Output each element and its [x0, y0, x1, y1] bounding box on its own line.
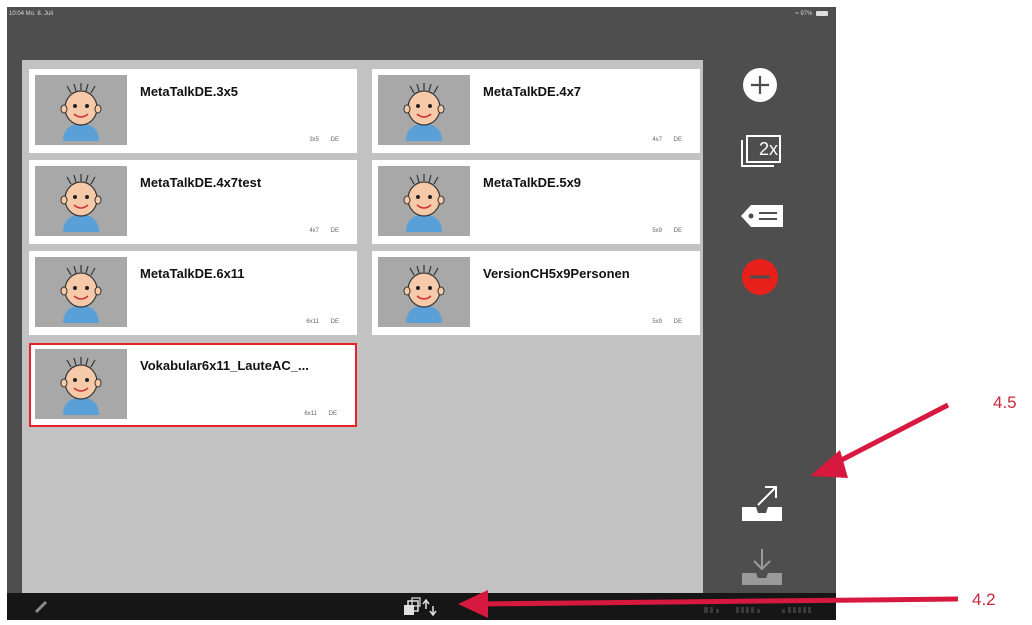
vocabulary-thumbnail — [378, 257, 470, 327]
vocabulary-language: DE — [673, 319, 682, 325]
vocabulary-thumbnail — [378, 75, 470, 145]
vocabulary-language: DE — [673, 228, 682, 234]
export-icon — [742, 486, 782, 521]
status-bar: 10:04 Mo. 8. Juli ≈ 97% — [7, 7, 836, 21]
annotation-label-4-2: 4.2 — [972, 590, 996, 609]
vocabulary-card[interactable]: VersionCH5x9Personen 5x9 DE — [372, 251, 700, 335]
edit-pencil-button[interactable] — [33, 599, 49, 615]
vocabulary-switch-button[interactable] — [402, 597, 442, 617]
vocabulary-grid-size: 6x11 — [306, 319, 319, 325]
annotation-label-4-5: 4.5 — [993, 393, 1017, 412]
vocabulary-card[interactable]: Vokabular6x11_LauteAC_... 6x11 DE — [29, 343, 357, 427]
avatar-face-icon — [60, 174, 102, 232]
vocabulary-language: DE — [330, 228, 339, 234]
vocabulary-title: MetaTalkDE.5x9 — [483, 175, 582, 190]
vocabulary-title: Vokabular6x11_LauteAC_... — [140, 358, 309, 373]
vocabulary-title: MetaTalkDE.3x5 — [140, 84, 239, 99]
duplicate-label: 2x — [759, 139, 779, 159]
vocabulary-language: DE — [330, 319, 339, 325]
vocabulary-grid: MetaTalkDE.3x5 3x5 DE MetaTalkDE.4x7 4x7 DE Me… — [22, 60, 703, 598]
keyboard-layout-icons[interactable] — [702, 602, 822, 613]
vocabulary-grid-size: 6x11 — [304, 411, 317, 417]
status-time: 10:04 Mo. 8. Juli — [9, 11, 54, 17]
vocabulary-thumbnail — [378, 166, 470, 236]
avatar-face-icon — [403, 174, 445, 232]
status-battery: ≈ 97% — [795, 7, 828, 21]
avatar-face-icon — [60, 265, 102, 323]
pencil-icon — [34, 600, 48, 614]
switch-vocabulary-icon — [404, 597, 437, 617]
bottom-toolbar — [7, 593, 836, 620]
vocabulary-grid-size: 4x7 — [652, 137, 662, 143]
vocabulary-thumbnail — [35, 166, 127, 236]
vocabulary-grid-size: 5x9 — [652, 319, 662, 325]
avatar-face-icon — [403, 83, 445, 141]
import-icon — [742, 549, 782, 585]
delete-button[interactable] — [740, 257, 780, 297]
vocabulary-thumbnail — [35, 257, 127, 327]
vocabulary-title: VersionCH5x9Personen — [483, 266, 630, 281]
ipad-screen: 10:04 Mo. 8. Juli ≈ 97% MetaTalkDE.3x5 3x… — [7, 7, 836, 620]
grid-layout-icon — [704, 607, 811, 613]
vocabulary-card[interactable]: MetaTalkDE.6x11 6x11 DE — [29, 251, 357, 335]
vocabulary-language: DE — [673, 137, 682, 143]
vocabulary-card[interactable]: MetaTalkDE.3x5 3x5 DE — [29, 69, 357, 153]
vocabulary-thumbnail — [35, 75, 127, 145]
avatar-face-icon — [403, 265, 445, 323]
delete-icon — [742, 259, 778, 295]
rename-tag-icon — [741, 205, 783, 227]
vocabulary-title: MetaTalkDE.6x11 — [140, 266, 245, 281]
vocabulary-grid-size: 4x7 — [309, 228, 319, 234]
vocabulary-title: MetaTalkDE.4x7 — [483, 84, 582, 99]
avatar-face-icon — [60, 83, 102, 141]
import-button[interactable] — [739, 547, 785, 587]
duplicate-button[interactable]: 2x — [737, 131, 787, 171]
vocabulary-title: MetaTalkDE.4x7test — [140, 175, 262, 190]
vocabulary-language: DE — [330, 137, 339, 143]
battery-icon — [816, 10, 828, 16]
vocabulary-card[interactable]: MetaTalkDE.4x7test 4x7 DE — [29, 160, 357, 244]
vocabulary-card[interactable]: MetaTalkDE.5x9 5x9 DE — [372, 160, 700, 244]
export-button[interactable] — [739, 483, 785, 523]
add-icon — [743, 68, 777, 102]
vocabulary-card[interactable]: MetaTalkDE.4x7 4x7 DE — [372, 69, 700, 153]
vocabulary-thumbnail — [35, 349, 127, 419]
vocabulary-grid-size: 3x5 — [309, 137, 319, 143]
vocabulary-grid-size: 5x9 — [652, 228, 662, 234]
battery-percent: 97% — [800, 11, 813, 17]
vocabulary-language: DE — [328, 411, 337, 417]
wifi-icon: ≈ — [795, 11, 799, 17]
avatar-face-icon — [60, 357, 102, 415]
rename-button[interactable] — [738, 201, 786, 231]
add-button[interactable] — [740, 65, 780, 105]
